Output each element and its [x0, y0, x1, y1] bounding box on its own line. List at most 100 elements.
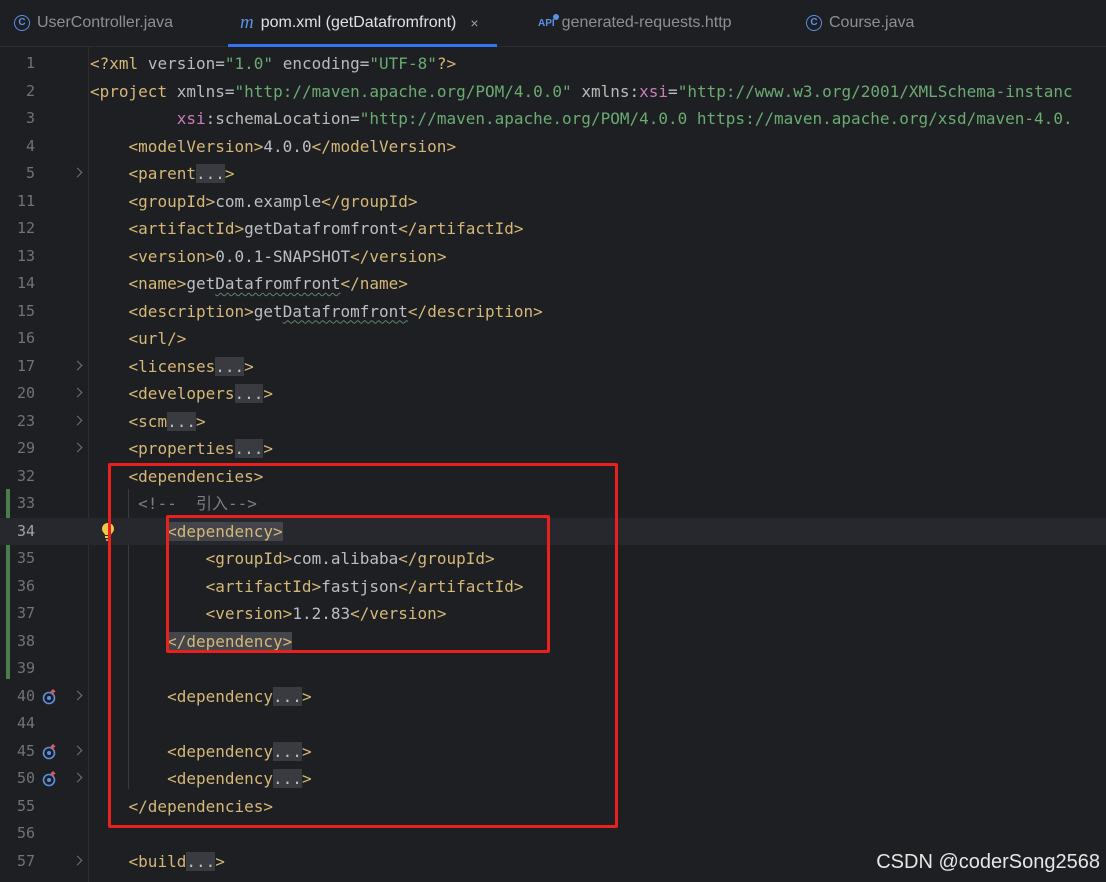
text-value: getDatafromfront [244, 219, 399, 238]
class-icon: C [14, 15, 30, 31]
implemented-by-icon[interactable] [42, 688, 58, 705]
code-line: 17 <licenses...> [0, 353, 1106, 381]
fold-chevron-icon[interactable] [72, 772, 83, 783]
highlight-box-fastjson [166, 515, 550, 653]
line-number: 5 [25, 164, 35, 182]
code-line: 16 <url/> [0, 325, 1106, 353]
code-line: 1 <?xml version="1.0" encoding="UTF-8"?> [0, 50, 1106, 78]
fold-chevron-icon[interactable] [72, 360, 83, 370]
fold-chevron-icon[interactable] [72, 442, 83, 453]
tag-name: scm [138, 411, 168, 431]
attr-value: "http://maven.apache.org/POM/4.0.0 https… [359, 109, 1073, 128]
code-line: 4 <modelVersion>4.0.0</modelVersion> [0, 133, 1106, 161]
fold-chevron-icon[interactable] [72, 690, 83, 700]
code-line: 3 xsi:schemaLocation="http://maven.apach… [0, 105, 1106, 133]
tab-usercontroller[interactable]: C UserController.java [14, 0, 173, 46]
fold-chevron-icon[interactable] [72, 745, 83, 755]
line-number: 38 [16, 631, 35, 650]
code-line: 12 <artifactId>getDatafromfront</artifac… [0, 215, 1106, 243]
line-number: 13 [16, 246, 35, 265]
tag-name: licenses [138, 356, 216, 376]
fold-chevron-icon[interactable] [72, 167, 83, 178]
line-number: 11 [16, 191, 35, 210]
line-number: 34 [16, 521, 35, 540]
tab-course[interactable]: C Course.java [806, 0, 914, 46]
line-number: 57 [16, 851, 35, 870]
line-number: 44 [16, 714, 35, 732]
code-line: 5 <parent...> [0, 160, 1106, 188]
fold-chevron-icon[interactable] [72, 415, 83, 425]
line-number: 20 [16, 384, 35, 402]
attr-name: xmlns [581, 81, 630, 101]
line-number: 40 [16, 686, 35, 705]
watermark: CSDN @coderSong2568 [876, 851, 1100, 873]
namespace-prefix: xsi [639, 81, 669, 101]
fold-chevron-icon[interactable] [72, 855, 83, 865]
tag-name: modelVersion [330, 136, 447, 156]
tab-label: generated-requests.http [561, 14, 732, 31]
close-tab-icon[interactable]: × [470, 15, 478, 31]
line-number: 45 [16, 741, 35, 760]
code-line: 14 <name>getDatafromfront</name> [0, 270, 1106, 298]
text-value: get [253, 301, 283, 321]
text-value: com.example [215, 191, 322, 211]
tab-label: UserController.java [37, 14, 174, 31]
line-number: 3 [25, 109, 35, 127]
attr-value: "http://www.w3.org/2001/XMLSchema-instan… [677, 81, 1073, 101]
line-number: 55 [16, 796, 35, 815]
line-number: 1 [25, 54, 35, 72]
line-number: 14 [16, 274, 35, 292]
folded-region[interactable]: ... [195, 164, 225, 183]
tab-label: pom.xml (getDatafromfront) [260, 14, 457, 31]
attr-value: "1.0" [224, 54, 274, 73]
fold-chevron-icon[interactable] [72, 387, 83, 398]
tag-name: modelVersion [138, 136, 254, 156]
tag-name: parent [138, 164, 196, 183]
tab-pom-xml[interactable]: m pom.xml (getDatafromfront) × [228, 0, 497, 47]
tag-name: properties [138, 439, 235, 458]
folded-region[interactable]: ... [234, 384, 264, 403]
tag-name: developers [138, 384, 235, 403]
folded-region[interactable]: ... [215, 356, 245, 376]
editor-tab-bar: C UserController.java m pom.xml (getData… [0, 0, 1106, 47]
code-line: 29 <properties...> [0, 435, 1106, 463]
line-number: 4 [25, 136, 35, 155]
maven-icon: m [240, 12, 254, 33]
tag-name: name [138, 274, 177, 293]
code-line: 20 <developers...> [0, 380, 1106, 408]
tag-name: artifactId [417, 219, 514, 238]
implemented-by-icon[interactable] [42, 771, 58, 787]
line-number: 17 [16, 356, 35, 375]
spellcheck-word[interactable]: Datafromfront [215, 274, 340, 293]
tag-name: version [369, 246, 437, 266]
folded-region[interactable]: ... [186, 851, 216, 871]
tag-name: groupId [138, 191, 206, 211]
code-line: 15 <description>getDatafromfront</descri… [0, 298, 1106, 326]
tag-name: description [138, 301, 245, 321]
xml-decl-end: ? [436, 54, 447, 73]
tag-name: description [427, 301, 534, 321]
tag-name: build [138, 851, 187, 871]
line-number: 33 [16, 494, 35, 512]
tag-name: url/ [138, 329, 177, 348]
tab-generated-requests[interactable]: API generated-requests.http [538, 0, 732, 46]
line-number: 56 [16, 824, 35, 842]
text-value: 0.0.1-SNAPSHOT [215, 246, 351, 266]
line-number: 37 [16, 604, 35, 622]
namespace-prefix: xsi [176, 109, 206, 128]
tag-name: name [359, 274, 399, 293]
attr-value: "http://maven.apache.org/POM/4.0.0" [234, 81, 572, 101]
folded-region[interactable]: ... [167, 411, 196, 431]
implemented-by-icon[interactable] [42, 743, 58, 760]
api-icon: API [538, 13, 559, 29]
spellcheck-word[interactable]: Datafromfront [283, 302, 408, 321]
code-line: 23 <scm...> [0, 408, 1106, 436]
line-number: 39 [16, 659, 35, 677]
tag-name: project [99, 81, 168, 101]
folded-region[interactable]: ... [234, 439, 264, 458]
code-line: 2 <project xmlns="http://maven.apache.or… [0, 78, 1106, 106]
tag-name: groupId [340, 191, 408, 211]
line-number: 32 [16, 466, 35, 485]
line-number: 2 [25, 81, 35, 100]
attr-value: "UTF-8" [369, 54, 437, 73]
